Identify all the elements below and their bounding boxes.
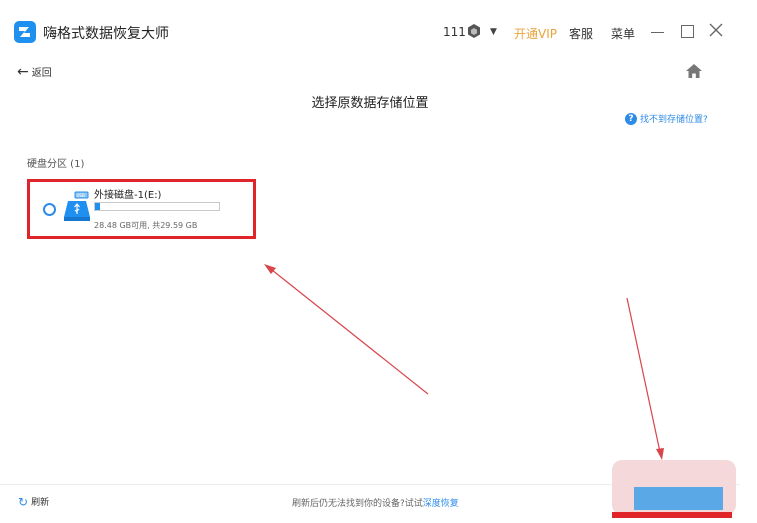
footer-tip-text: 刷新后仍无法找到你的设备?试试 [292,499,423,509]
help-link[interactable]: ? 找不到存储位置? [625,112,708,125]
menu-button[interactable]: 菜单 [611,25,635,42]
disk-radio[interactable] [43,203,56,216]
disk-item[interactable]: USB 外接磁盘-1(E:) 28.48 GB可用, 共29.59 GB [27,179,256,239]
svg-text:USB: USB [77,193,85,198]
refresh-icon: ↻ [18,494,29,509]
app-title: 嗨格式数据恢复大师 [43,26,169,42]
user-badge-icon[interactable] [466,23,482,39]
disk-name: 外接磁盘-1(E:) [94,190,162,201]
disk-usage-bar [94,202,220,211]
title-bar: 嗨格式数据恢复大师 111 ▼ 开通VIP 客服 菜单 [0,0,740,60]
service-button[interactable]: 客服 [569,25,593,42]
user-dropdown-icon[interactable]: ▼ [490,27,497,37]
app-window: 嗨格式数据恢复大师 111 ▼ 开通VIP 客服 菜单 ← 返回 选择原数据存储… [0,0,740,523]
question-icon: ? [625,112,637,125]
maximize-icon[interactable] [681,25,694,38]
back-arrow-icon: ← [17,63,29,80]
next-button[interactable] [634,487,723,510]
footer-tip: 刷新后仍无法找到你的设备?试试深度恢复 [292,496,459,509]
vip-button[interactable]: 开通VIP [514,25,557,42]
disk-size: 28.48 GB可用, 共29.59 GB [94,221,198,230]
user-number[interactable]: 111 [443,25,466,39]
close-icon[interactable] [708,22,724,38]
help-link-label: 找不到存储位置? [640,115,708,125]
section-label: 硬盘分区 (1) [27,159,85,170]
page-title: 选择原数据存储位置 [311,96,429,111]
back-label: 返回 [31,68,52,79]
disk-usage-fill [95,203,100,210]
back-button[interactable]: ← 返回 [17,63,52,80]
refresh-label: 刷新 [31,498,50,508]
usb-drive-icon: USB [64,191,90,221]
home-icon[interactable] [686,64,702,78]
minimize-icon[interactable] [651,32,664,33]
deep-recovery-link[interactable]: 深度恢复 [423,499,459,509]
annotation-highlight [612,512,732,518]
app-logo-icon [14,21,36,43]
refresh-button[interactable]: ↻ 刷新 [18,494,50,509]
